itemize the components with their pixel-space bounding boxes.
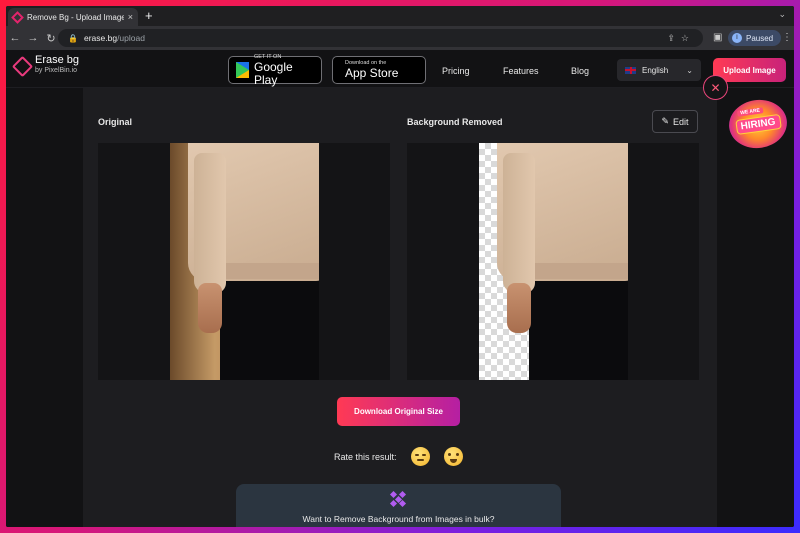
tab-bar: Remove Bg - Upload Images to × + ⌄ [6,6,794,26]
nav-features[interactable]: Features [503,66,539,76]
rate-label: Rate this result: [334,451,397,462]
google-play-button[interactable]: GET IT ON Google Play [228,54,322,87]
share-and-bookmark-icons[interactable]: ⇪☆ [667,33,695,44]
tab-search-icon[interactable]: ⌄ [778,9,786,20]
forward-icon[interactable]: → [24,32,42,44]
bulk-promo-text: Want to Remove Background from Images in… [302,514,495,524]
unhappy-face-icon[interactable] [410,447,430,466]
happy-face-icon[interactable] [443,447,463,466]
logo-name: Erase bg [35,54,80,66]
download-original-size-button[interactable]: Download Original Size [337,397,460,426]
browser-window: Remove Bg - Upload Images to × + ⌄ ← → ↻… [6,6,794,527]
nav-pricing[interactable]: Pricing [442,66,470,76]
nav-blog[interactable]: Blog [571,66,589,76]
close-icon[interactable]: ✕ [703,75,728,100]
logo[interactable]: Erase bg by PixelBin.io [12,54,79,75]
url-path: /upload [117,33,145,43]
erasebg-favicon-icon [11,10,24,24]
erasebg-logo-icon [12,56,30,74]
language-label: English [642,65,669,75]
url-text: erase.bg/upload [84,33,145,43]
hiring-badge-text: HIRING [734,113,782,135]
app-store-button[interactable]: Download on the App Store [332,56,426,84]
profile-avatar: I [732,33,742,43]
url-field[interactable]: 🔒 erase.bg/upload ⇪☆ [58,29,703,47]
background-removed-label: Background Removed [407,117,503,127]
profile-button[interactable]: I Paused [728,30,782,46]
app-store-big-text: App Store [345,66,399,80]
pencil-icon: ✎ [661,116,670,126]
original-label: Original [98,117,133,127]
original-photo [170,143,319,380]
address-bar-row: ← → ↻ 🔒 erase.bg/upload ⇪☆ ▣ I Paused ⋮ [6,26,794,50]
url-host: erase.bg [83,33,118,43]
site-header: Erase bg by PixelBin.io GET IT ON Google… [6,50,794,88]
browser-menu-icon[interactable]: ⋮ [782,32,792,43]
new-tab-button[interactable]: + [145,8,153,24]
edit-label: Edit [673,116,689,127]
tab-close-icon[interactable]: × [128,12,133,22]
logo-byline: by PixelBin.io [35,67,78,74]
google-play-icon [236,62,249,78]
original-image-panel [98,143,390,380]
bulk-promo-card[interactable]: Want to Remove Background from Images in… [236,484,561,527]
bulk-icon [389,490,407,508]
side-panel-icon[interactable]: ▣ [713,32,722,43]
chevron-down-icon: ⌄ [686,65,693,75]
tab-title: Remove Bg - Upload Images to [27,12,124,22]
back-icon[interactable]: ← [6,32,24,44]
browser-tab[interactable]: Remove Bg - Upload Images to × [8,8,138,26]
uk-flag-icon [625,66,636,74]
edit-button[interactable]: ✎ Edit [652,110,698,133]
rate-result-row: Rate this result: [334,447,463,466]
background-removed-photo [479,143,628,380]
language-select[interactable]: English ⌄ [617,59,701,81]
lock-icon[interactable]: 🔒 [68,34,78,43]
background-removed-image-panel [407,143,699,380]
google-play-big-text: Google Play [254,59,293,87]
profile-status: Paused [746,33,774,43]
hiring-badge-top: WE ARE [736,107,764,117]
